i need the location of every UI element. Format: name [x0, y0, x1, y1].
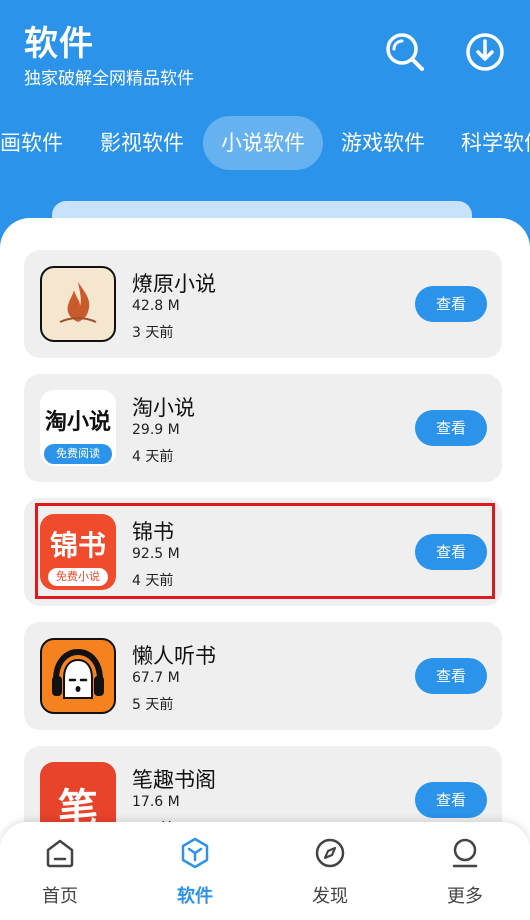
app-name: 燎原小说 — [132, 272, 216, 296]
app-size: 29.9 M — [132, 422, 180, 438]
app-name: 淘小说 — [132, 396, 195, 420]
app-size: 17.6 M — [132, 794, 180, 810]
download-icon[interactable] — [461, 28, 509, 76]
tab-novel-software[interactable]: 小说软件 — [203, 116, 323, 170]
app-update-time: 4 天前 — [132, 449, 174, 465]
nav-discover-label: 发现 — [312, 886, 348, 907]
header: 软件 独家破解全网精品软件 画软件 影视软件 小说软件 游戏软件 科学软件 — [0, 0, 530, 241]
view-button[interactable]: 查看 — [415, 658, 487, 694]
app-size: 67.7 M — [132, 670, 180, 686]
app-update-time: 3 天前 — [132, 325, 174, 341]
search-icon[interactable] — [381, 28, 429, 76]
home-icon — [46, 839, 74, 868]
tab-science-software[interactable]: 科学软件 — [461, 116, 530, 170]
view-button[interactable]: 查看 — [415, 782, 487, 818]
flame-icon — [40, 266, 116, 342]
category-tabs: 画软件 影视软件 小说软件 游戏软件 科学软件 — [0, 116, 530, 174]
view-button[interactable]: 查看 — [415, 410, 487, 446]
software-icon — [181, 837, 209, 869]
tab-video-software[interactable]: 影视软件 — [100, 116, 184, 170]
taoxiaoshuo-logo: 淘小说 免费阅读 — [40, 390, 116, 466]
nav-more-label: 更多 — [447, 886, 483, 907]
nav-home-label: 首页 — [42, 886, 78, 907]
app-update-time: 5 天前 — [132, 697, 174, 713]
page-title: 软件 — [24, 24, 94, 64]
tab-game-software[interactable]: 游戏软件 — [341, 116, 425, 170]
page-subtitle: 独家破解全网精品软件 — [24, 69, 194, 89]
bottom-nav: 首页 软件 发现 更多 — [0, 822, 530, 920]
list-item[interactable]: 懒人听书 67.7 M 5 天前 查看 — [24, 622, 502, 730]
app-name: 笔趣书阁 — [132, 768, 216, 792]
compass-icon — [315, 838, 345, 868]
nav-more[interactable]: 更多 — [420, 836, 510, 908]
nav-home[interactable]: 首页 — [15, 836, 105, 908]
profile-icon — [452, 838, 478, 868]
app-name: 懒人听书 — [132, 644, 216, 668]
app-size: 42.8 M — [132, 298, 180, 314]
view-button[interactable]: 查看 — [415, 286, 487, 322]
nav-software-label: 软件 — [177, 886, 213, 907]
nav-discover[interactable]: 发现 — [285, 836, 375, 908]
headphone-face-icon — [40, 638, 116, 714]
selection-highlight — [35, 503, 495, 599]
list-item[interactable]: 淘小说 免费阅读 淘小说 29.9 M 4 天前 查看 — [24, 374, 502, 482]
tab-painting-software[interactable]: 画软件 — [0, 116, 63, 170]
nav-software[interactable]: 软件 — [150, 836, 240, 908]
list-item[interactable]: 燎原小说 42.8 M 3 天前 查看 — [24, 250, 502, 358]
